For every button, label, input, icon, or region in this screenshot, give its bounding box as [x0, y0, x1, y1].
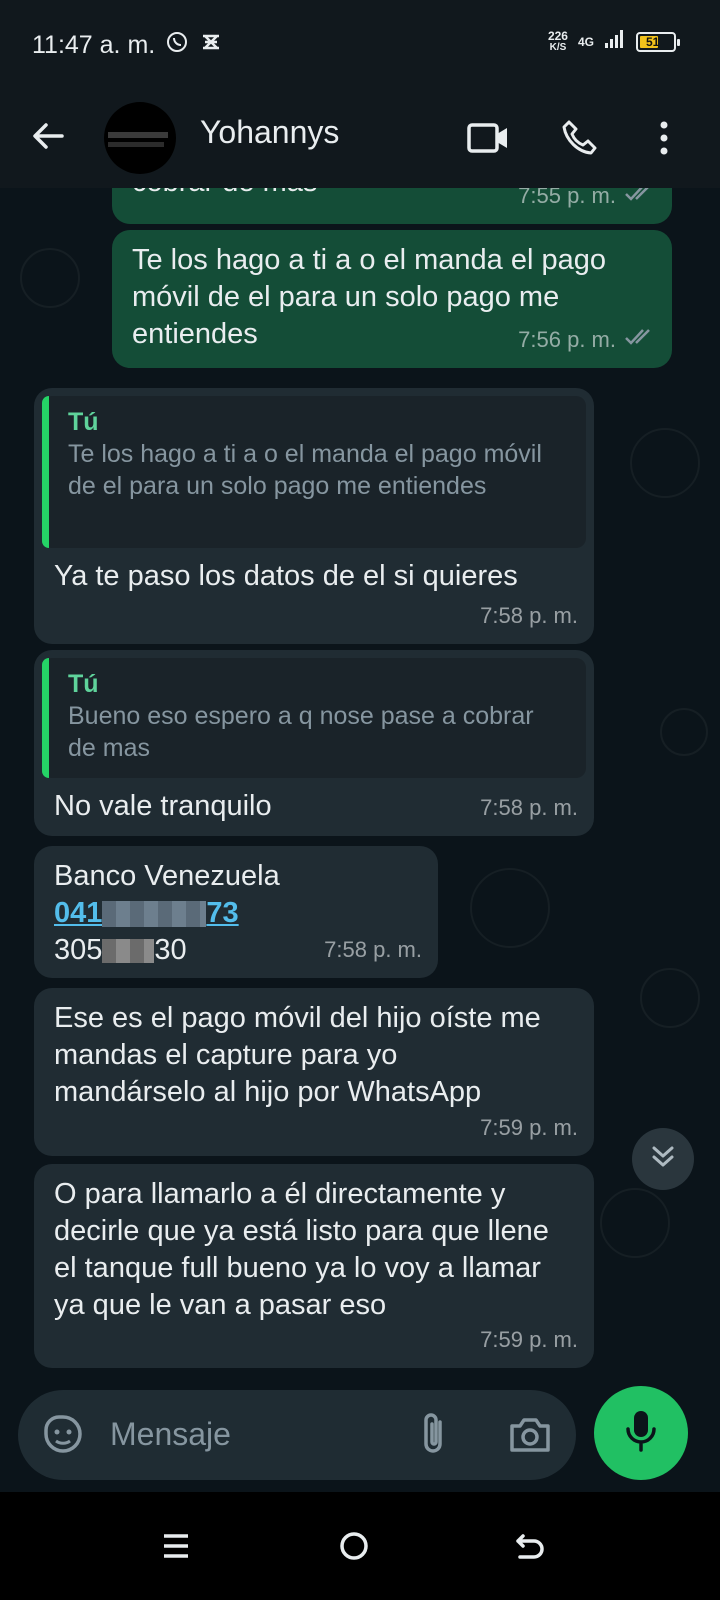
- message-text: Ya te paso los datos de el si quieres: [54, 560, 518, 592]
- message-incoming[interactable]: Banco Venezuela 041 73 305 30 7:58 p. m.: [34, 846, 438, 978]
- home-icon[interactable]: [330, 1522, 378, 1570]
- message-time: 7:59 p. m.: [480, 1327, 578, 1352]
- network-type: 4G: [577, 35, 594, 49]
- quoted-message[interactable]: Tú Te los hago a ti a o el manda el pago…: [42, 396, 586, 548]
- attach-icon[interactable]: [418, 1412, 450, 1463]
- message-time: 7:56 p. m.: [518, 327, 616, 352]
- message-time: 7:59 p. m.: [480, 1115, 578, 1140]
- message-text: Ese es el pago móvil del hijo oíste me m…: [54, 1002, 541, 1108]
- phone-end[interactable]: 73: [206, 897, 238, 929]
- battery-level: 51: [646, 35, 660, 49]
- message-outgoing[interactable]: Te los hago a ti a o el manda el pago mó…: [112, 230, 672, 368]
- message-time: 7:55 p. m.: [518, 188, 616, 208]
- signal-icon: [604, 28, 626, 56]
- whatsapp-icon: [165, 30, 189, 61]
- status-time: 11:47 a. m.: [32, 30, 156, 59]
- wallpaper-doodle: [640, 968, 700, 1028]
- speed-value: 226: [547, 29, 568, 43]
- notification-icon: [199, 30, 223, 61]
- message-meta: 7:59 p. m.: [480, 1109, 578, 1146]
- wallpaper-doodle: [600, 1188, 670, 1258]
- double-check-icon: [624, 188, 656, 214]
- contact-name[interactable]: Yohannys: [200, 114, 339, 151]
- phone-link[interactable]: 041 73: [54, 895, 418, 932]
- message-incoming-reply[interactable]: Tú Te los hago a ti a o el manda el pago…: [34, 388, 594, 644]
- message-meta: 7:55 p. m.: [518, 188, 656, 214]
- battery-icon: 51: [636, 32, 680, 52]
- message-time: 7:58 p. m.: [324, 937, 422, 962]
- mic-icon: [624, 1409, 658, 1458]
- quote-author: Tú: [68, 670, 99, 698]
- status-bar: 11:47 a. m. 226 K/S 4G 51: [0, 0, 720, 90]
- quote-text: Bueno eso espero a q nose pase a cobrar …: [68, 702, 534, 762]
- message-text: O para llamarlo a él directamente y deci…: [54, 1178, 549, 1321]
- message-input[interactable]: Mensaje: [110, 1416, 231, 1453]
- message-composer[interactable]: Mensaje: [18, 1390, 576, 1480]
- scroll-to-bottom-button[interactable]: [632, 1128, 694, 1190]
- wallpaper-doodle: [630, 428, 700, 498]
- quote-author: Tú: [68, 408, 99, 436]
- message-meta: 7:56 p. m.: [518, 321, 656, 358]
- back-nav-icon[interactable]: [506, 1522, 554, 1570]
- wallpaper-doodle: [20, 248, 80, 308]
- mic-button[interactable]: [594, 1386, 688, 1480]
- sticker-icon[interactable]: [42, 1414, 84, 1461]
- video-call-icon[interactable]: [464, 114, 512, 162]
- quoted-message[interactable]: Tú Bueno eso espero a q nose pase a cobr…: [42, 658, 586, 778]
- system-navigation-bar: [0, 1492, 720, 1600]
- id-start: 305: [54, 934, 103, 966]
- chevron-double-down-icon: [649, 1143, 677, 1176]
- message-text: cobrar de mas: [132, 188, 317, 201]
- message-meta: 7:58 p. m.: [324, 931, 422, 968]
- phone-start[interactable]: 041: [54, 897, 102, 929]
- message-time: 7:58 p. m.: [480, 795, 578, 820]
- camera-icon[interactable]: [508, 1416, 552, 1459]
- message-meta: 7:58 p. m.: [480, 789, 578, 826]
- double-check-icon: [624, 321, 656, 358]
- message-incoming[interactable]: Ese es el pago móvil del hijo oíste me m…: [34, 988, 594, 1156]
- message-incoming[interactable]: O para llamarlo a él directamente y deci…: [34, 1164, 594, 1368]
- speed-unit: K/S: [549, 42, 567, 53]
- message-meta: 7:59 p. m.: [480, 1321, 578, 1358]
- network-speed: 226 K/S: [548, 30, 568, 54]
- redacted-block: [102, 901, 207, 928]
- id-end: 30: [154, 934, 187, 966]
- message-incoming-reply[interactable]: Tú Bueno eso espero a q nose pase a cobr…: [34, 650, 594, 836]
- message-time: 7:58 p. m.: [480, 603, 578, 628]
- avatar[interactable]: [104, 102, 176, 174]
- message-outgoing[interactable]: cobrar de mas 7:55 p. m.: [112, 188, 672, 224]
- more-vert-icon[interactable]: [640, 114, 688, 162]
- recent-apps-icon[interactable]: [152, 1522, 200, 1570]
- wallpaper-doodle: [660, 708, 708, 756]
- wallpaper-doodle: [470, 868, 550, 948]
- back-arrow-icon[interactable]: [28, 116, 68, 156]
- chat-area[interactable]: cobrar de mas 7:55 p. m. Te los hago a t…: [0, 188, 720, 1388]
- quote-text: Te los hago a ti a o el manda el pago mó…: [68, 440, 542, 500]
- phone-icon[interactable]: [556, 114, 604, 162]
- bank-name: Banco Venezuela: [54, 860, 280, 892]
- message-meta: 7:58 p. m.: [480, 597, 578, 634]
- chat-header: Yohannys: [0, 90, 720, 188]
- redacted-block: [102, 939, 155, 964]
